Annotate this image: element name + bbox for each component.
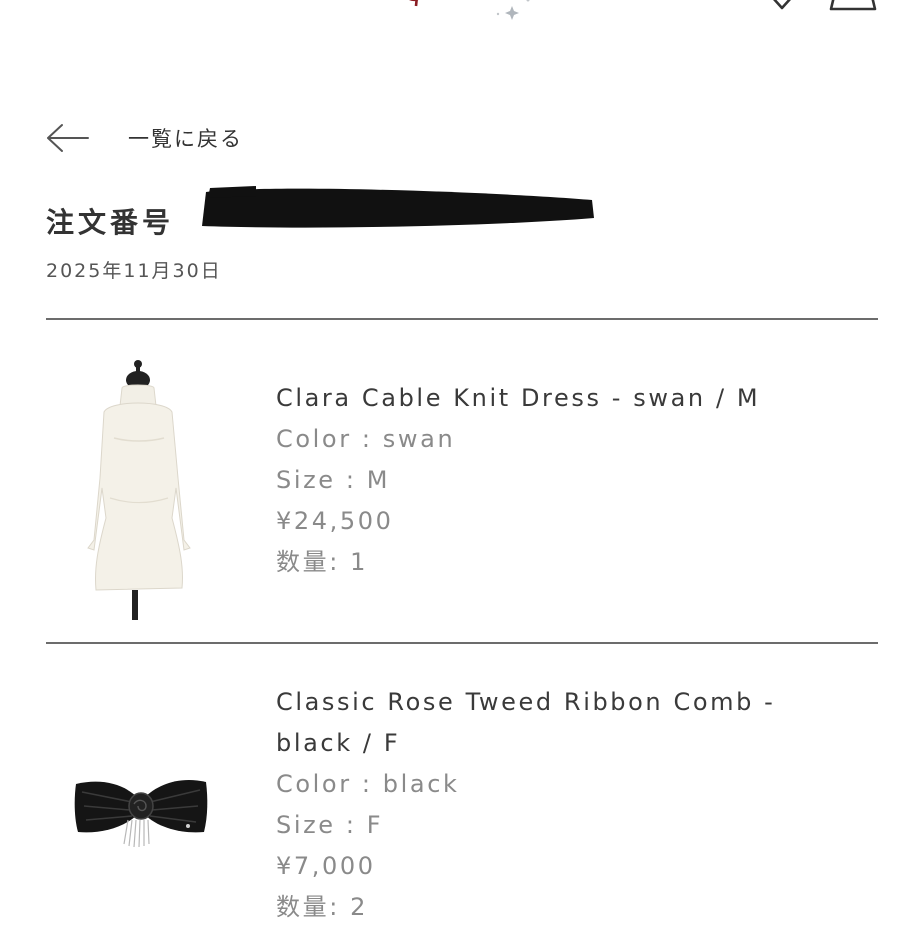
cart-icon[interactable]	[828, 0, 878, 12]
item-size: Size : F	[276, 811, 384, 839]
back-to-list-link[interactable]: 一覧に戻る	[46, 118, 243, 158]
cream-knit-dress-image[interactable]	[74, 358, 204, 622]
item-name-continued[interactable]: black / F	[276, 723, 775, 764]
item-price: ¥24,500	[276, 507, 394, 535]
brand-logo[interactable]	[340, 0, 550, 24]
divider	[46, 642, 878, 644]
redaction-mark	[202, 186, 594, 228]
item-quantity: 数量: 1	[276, 548, 368, 576]
back-label: 一覧に戻る	[128, 127, 243, 151]
item-name[interactable]: Clara Cable Knit Dress - swan / M	[276, 378, 760, 419]
order-number-label: 注文番号	[46, 206, 175, 239]
divider	[46, 318, 878, 320]
order-number-row: 注文番号	[46, 196, 174, 246]
order-item-details: Clara Cable Knit Dress - swan / M Color …	[276, 378, 760, 583]
item-color: Color : black	[276, 770, 460, 798]
item-price: ¥7,000	[276, 852, 376, 880]
item-size: Size : M	[276, 466, 391, 494]
item-name[interactable]: Classic Rose Tweed Ribbon Comb -	[276, 682, 775, 723]
order-item-details: Classic Rose Tweed Ribbon Comb - black /…	[276, 682, 775, 928]
heart-icon[interactable]	[760, 0, 804, 14]
arrow-left-icon	[47, 124, 89, 152]
item-quantity: 数量: 2	[276, 893, 368, 921]
order-date: 2025年11月30日	[46, 260, 222, 282]
item-color: Color : swan	[276, 425, 456, 453]
black-ribbon-comb-image[interactable]	[72, 772, 210, 850]
